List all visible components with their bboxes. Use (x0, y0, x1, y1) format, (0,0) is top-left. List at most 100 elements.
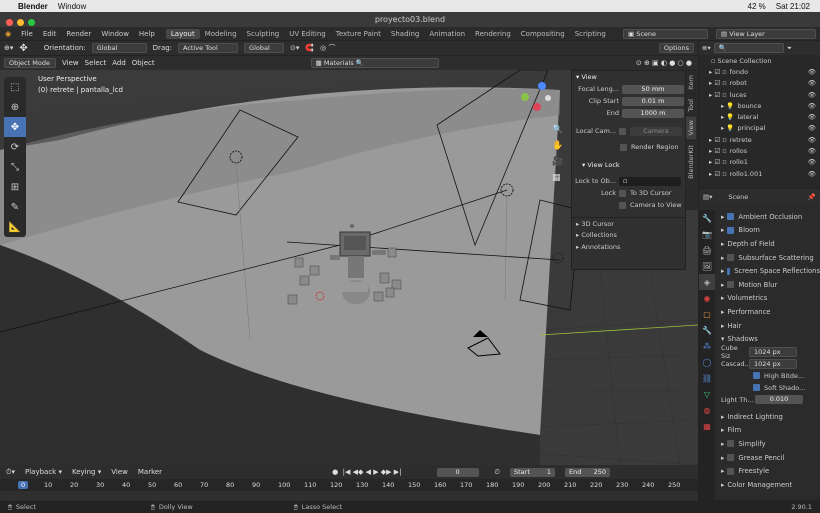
outliner-search[interactable]: 🔍 (713, 43, 784, 53)
minimize-icon[interactable] (17, 19, 24, 26)
blender-logo-icon[interactable]: ◉ (0, 30, 16, 38)
visibility-eye-icon[interactable]: 👁 (808, 91, 816, 99)
mode-dropdown[interactable]: Object Mode (4, 58, 56, 68)
render-props-icon[interactable]: 📷 (699, 226, 715, 242)
tab-blenderkit[interactable]: BlenderKit (686, 139, 696, 183)
visibility-eye-icon[interactable]: 👁 (808, 113, 816, 121)
outliner-type-icon[interactable]: ≣▾ (702, 44, 711, 52)
tab-view[interactable]: View (686, 115, 696, 140)
visibility-eye-icon[interactable]: 👁 (808, 124, 816, 132)
current-frame-field[interactable]: 0 (436, 467, 479, 477)
menu-object[interactable]: Object (132, 59, 155, 67)
panel-bloom[interactable]: ▸ Bloom (699, 224, 820, 238)
menu-edit[interactable]: Edit (38, 30, 62, 38)
3d-cursor-section[interactable]: ▸ 3D Cursor (572, 217, 685, 229)
options-dropdown[interactable]: Options (658, 43, 694, 53)
focal-length-field[interactable]: 50 mm (622, 84, 684, 94)
panel-color-management[interactable]: ▸ Color Management (699, 478, 820, 492)
scene-selector[interactable]: ▣ Scene (623, 28, 708, 39)
scene-props-icon[interactable]: ◈ (699, 274, 715, 290)
particles-props-icon[interactable]: ⁂ (699, 338, 715, 354)
panel-enable-checkbox[interactable] (727, 267, 731, 275)
expand-arrow-icon[interactable]: ▸ (721, 226, 724, 234)
transform-icon[interactable]: ⊞ (4, 177, 26, 197)
object-props-icon[interactable]: ▢ (699, 306, 715, 322)
clip-start-field[interactable]: 0.01 m (622, 96, 684, 106)
view-layer-props-icon[interactable]: 🖼 (699, 258, 715, 274)
transform-tool-icon[interactable]: ✥ (19, 43, 27, 54)
app-name[interactable]: Blender (18, 2, 48, 11)
view-layer-selector[interactable]: ▤ View Layer (716, 28, 816, 39)
scene-collection[interactable]: ▫ Scene Collection (699, 55, 820, 66)
constraints-props-icon[interactable]: ⛓ (699, 370, 715, 386)
snap-icon[interactable]: 🧲 (305, 44, 314, 52)
panel-grease-pencil[interactable]: ▸ Grease Pencil (699, 451, 820, 465)
tab-rendering[interactable]: Rendering (470, 29, 516, 39)
measure-icon[interactable]: 📐 (4, 217, 26, 237)
timeline-view-menu[interactable]: View (111, 468, 128, 476)
expand-arrow-icon[interactable]: ▸ (721, 281, 724, 289)
panel-simplify[interactable]: ▸ Simplify (699, 437, 820, 451)
panel-ambient-occlusion[interactable]: ▸ Ambient Occlusion (699, 210, 820, 224)
panel-enable-checkbox[interactable] (727, 440, 735, 448)
menu-render[interactable]: Render (61, 30, 96, 38)
outliner-item-fondo[interactable]: ▸ ☑ ▫ fondo 👁 (699, 66, 820, 77)
cursor-icon[interactable]: ⊕ (4, 97, 26, 117)
soft-shadows-checkbox[interactable] (753, 384, 760, 392)
expand-arrow-icon[interactable]: ▸ (721, 308, 724, 316)
panel-screen-space-reflections[interactable]: ▸ Screen Space Reflections (699, 264, 820, 278)
close-icon[interactable] (6, 19, 13, 26)
keying-menu[interactable]: Keying ▾ (72, 468, 101, 476)
world-props-icon[interactable]: ◉ (699, 290, 715, 306)
visibility-eye-icon[interactable]: 👁 (808, 136, 816, 144)
cube-size-dropdown[interactable]: 1024 px (749, 346, 797, 357)
outliner-item-rollos[interactable]: ▸ ☑ ▫ rollos 👁 (699, 145, 820, 156)
panel-film[interactable]: ▸ Film (699, 424, 820, 438)
grid-view-icon[interactable]: ▦ (552, 173, 563, 183)
panel-enable-checkbox[interactable] (727, 226, 735, 234)
clock-icon[interactable]: ⏲ (495, 468, 500, 477)
render-region-checkbox[interactable] (620, 143, 627, 151)
panel-hair[interactable]: ▸ Hair (699, 319, 820, 333)
clip-end-field[interactable]: 1000 m (622, 108, 684, 118)
expand-arrow-icon[interactable]: ▸ (721, 413, 724, 421)
tab-tool[interactable]: Tool (686, 93, 696, 116)
maximize-icon[interactable] (28, 19, 35, 26)
data-props-icon[interactable]: ▽ (699, 386, 715, 402)
panel-freestyle[interactable]: ▸ Freestyle (699, 464, 820, 478)
panel-depth-of-field[interactable]: ▸ Depth of Field (699, 237, 820, 251)
physics-props-icon[interactable]: ◯ (699, 354, 715, 370)
annotate-icon[interactable]: ✎ (4, 197, 26, 217)
scale-icon[interactable]: ⤡ (4, 157, 26, 177)
texture-props-icon[interactable]: ▦ (699, 418, 715, 434)
panel-enable-checkbox[interactable] (727, 281, 735, 289)
expand-arrow-icon[interactable]: ▾ (721, 335, 724, 343)
visibility-eye-icon[interactable]: 👁 (808, 158, 816, 166)
outliner-item-bounce[interactable]: ▸ 💡 bounce 👁 (699, 100, 820, 111)
tab-texture-paint[interactable]: Texture Paint (331, 29, 386, 39)
tab-modeling[interactable]: Modeling (200, 29, 242, 39)
menu-select[interactable]: Select (85, 59, 107, 67)
collections-section[interactable]: ▸ Collections (572, 229, 685, 241)
modifier-props-icon[interactable]: 🔧 (699, 322, 715, 338)
tab-compositing[interactable]: Compositing (516, 29, 570, 39)
panel-enable-checkbox[interactable] (727, 467, 735, 475)
filter-icon[interactable]: ⏷ (787, 44, 792, 53)
panel-performance[interactable]: ▸ Performance (699, 305, 820, 319)
move-icon[interactable]: ✥ (4, 117, 26, 137)
visibility-eye-icon[interactable]: 👁 (808, 79, 816, 87)
expand-arrow-icon[interactable]: ▸ (721, 426, 724, 434)
menu-add[interactable]: Add (112, 59, 126, 67)
transform-orientation-dropdown[interactable]: Global (244, 43, 285, 53)
pan-hand-icon[interactable]: ✋ (552, 141, 563, 151)
outliner-item-principal[interactable]: ▸ 💡 principal 👁 (699, 123, 820, 134)
outliner-item-luces[interactable]: ▸ ☑ ▫ luces 👁 (699, 89, 820, 100)
properties-type-icon[interactable]: ▤▾ (703, 193, 712, 201)
panel-subsurface-scattering[interactable]: ▸ Subsurface Scattering (699, 251, 820, 265)
outliner-item-lateral[interactable]: ▸ 💡 lateral 👁 (699, 111, 820, 122)
panel-enable-checkbox[interactable] (727, 213, 735, 221)
outliner-item-rollo1[interactable]: ▸ ☑ ▫ rollo1 👁 (699, 157, 820, 168)
panel-motion-blur[interactable]: ▸ Motion Blur (699, 278, 820, 292)
proportional-edit-icon[interactable]: ◎ ⌒ (320, 43, 335, 53)
materials-dropdown[interactable]: ▦ Materials 🔍 (310, 58, 439, 68)
